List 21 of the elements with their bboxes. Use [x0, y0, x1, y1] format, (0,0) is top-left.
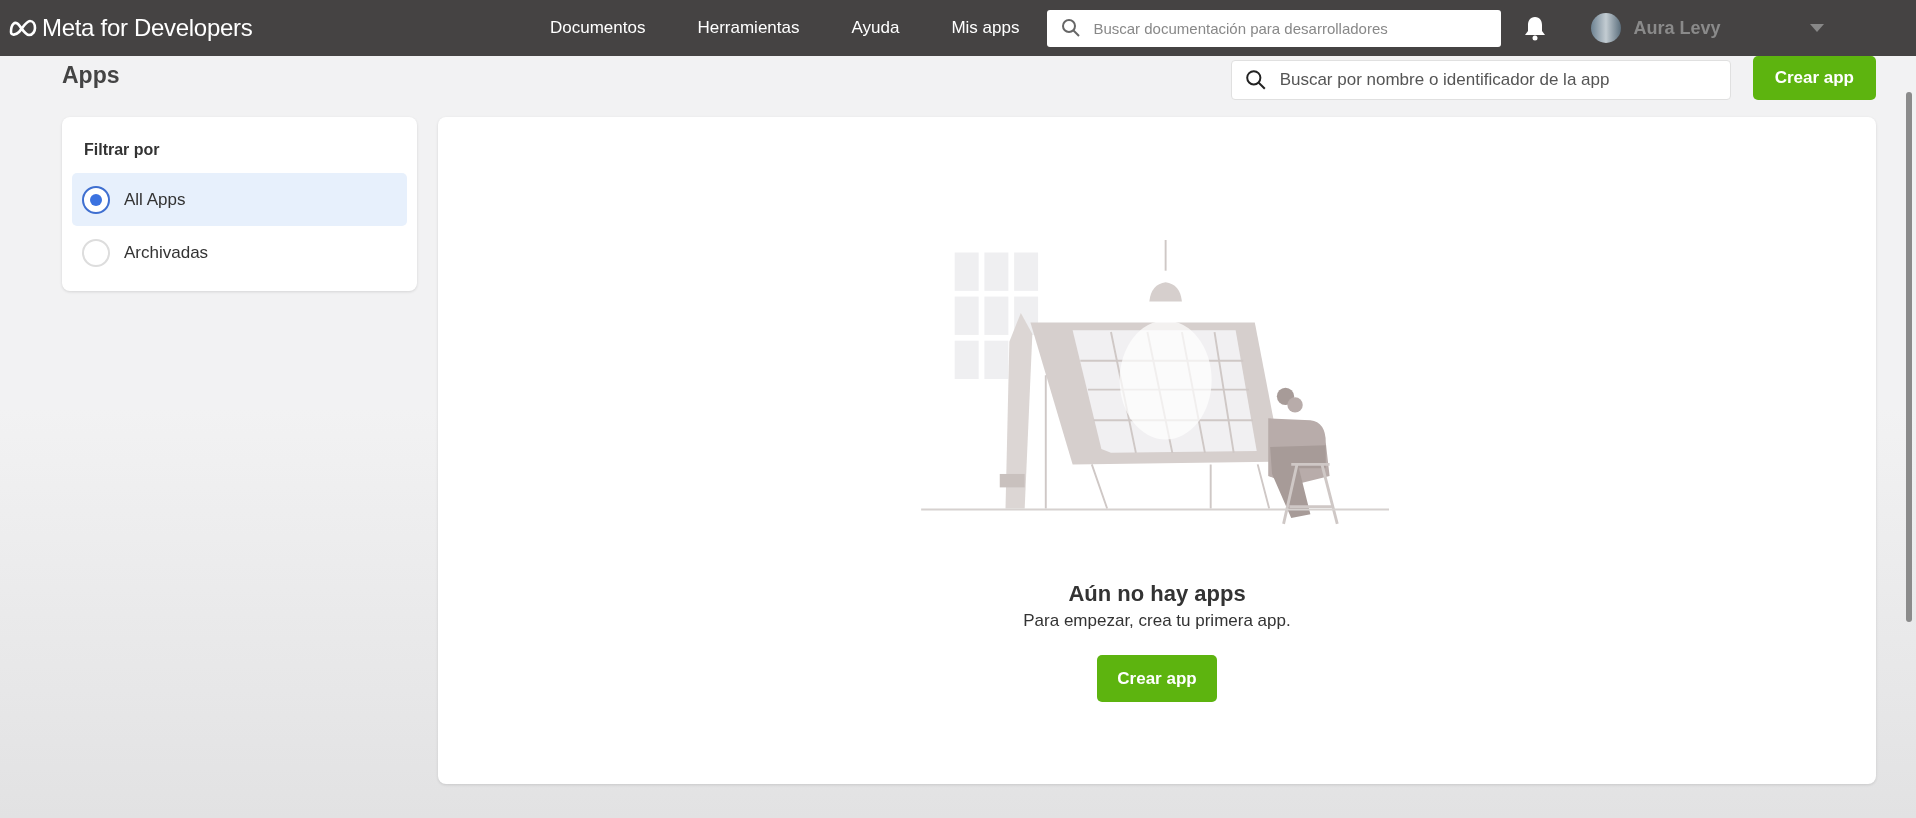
filter-option[interactable]: Archivadas: [72, 226, 407, 279]
filter-option-label: All Apps: [124, 189, 186, 210]
nav-link[interactable]: Mis apps: [951, 18, 1020, 38]
page-title: Apps: [62, 62, 121, 89]
scrollbar-thumb[interactable]: [1906, 92, 1912, 622]
caret-icon[interactable]: [1810, 24, 1825, 32]
app-search-field[interactable]: Buscar por nombre o identificador de la app: [1230, 60, 1731, 100]
empty-state-title: Aún no hay apps: [1068, 581, 1246, 607]
nav-link[interactable]: Herramientas: [697, 18, 800, 38]
nav-link[interactable]: Ayuda: [851, 18, 900, 38]
user-avatar[interactable]: [1591, 13, 1622, 43]
radio-button[interactable]: [82, 185, 110, 214]
nav-link[interactable]: Documentos: [550, 18, 646, 38]
notification-bell-icon[interactable]: [1523, 15, 1548, 41]
filter-heading: Filtrar por: [83, 141, 161, 160]
site-logo-text[interactable]: Meta for Developers: [42, 14, 253, 42]
documentation-search-field[interactable]: Buscar documentación para desarrolladores: [1047, 9, 1502, 47]
filter-option-label: Archivadas: [124, 242, 209, 263]
empty-state-subtitle: Para empezar, crea tu primera app.: [1023, 611, 1291, 631]
filter-option[interactable]: All Apps: [72, 173, 407, 226]
infinity-logo-icon: [8, 19, 38, 37]
